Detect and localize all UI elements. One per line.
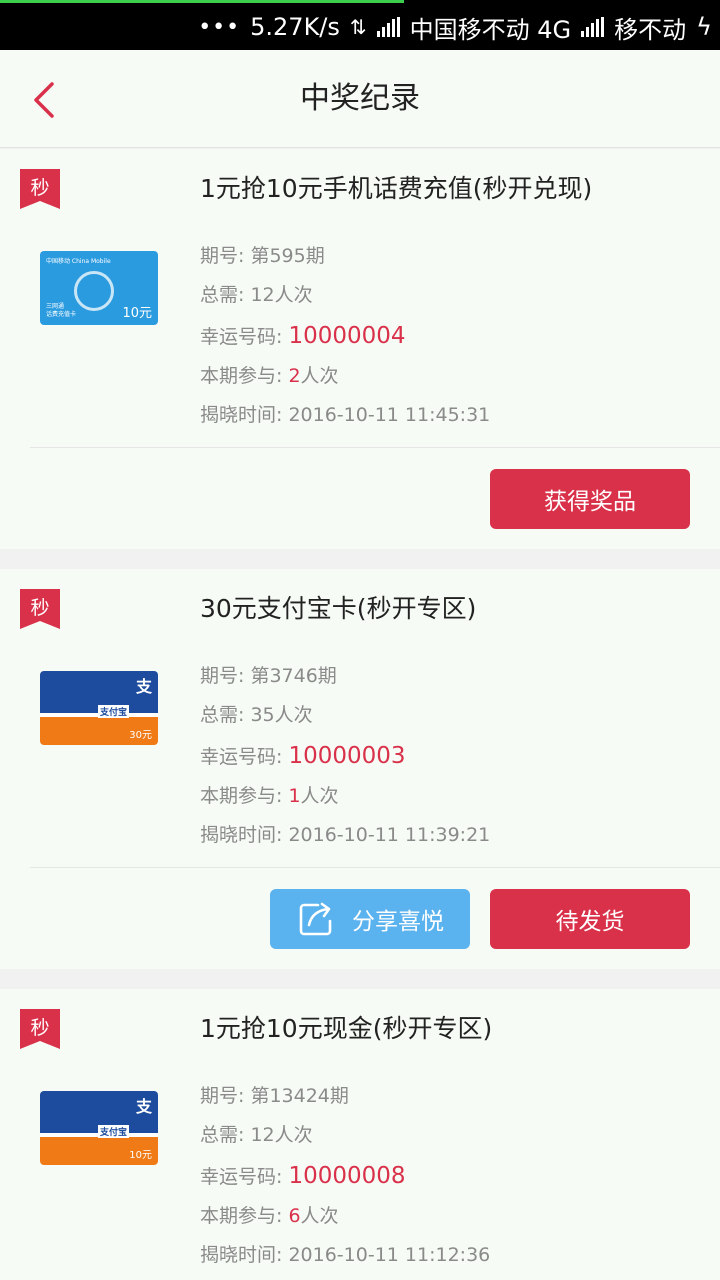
product-title[interactable]: 1元抢10元现金(秒开专区)	[200, 1009, 492, 1045]
share-icon	[299, 902, 332, 936]
charging-icon: ϟ	[696, 13, 712, 41]
product-image[interactable]: 支 支付宝 10元	[40, 1091, 158, 1165]
status-bar: ••• 5.27K/s ⇅ 中国移不动 4G 移不动 ϟ	[0, 0, 720, 50]
pending-shipment-button[interactable]: 待发货	[490, 889, 690, 949]
product-image[interactable]: 中国移动 China Mobile 三网通 话费充值卡 10元	[40, 251, 158, 325]
divider	[30, 447, 720, 448]
lucky-number-line: 幸运号码: 10000004	[200, 323, 406, 349]
network-speed: 5.27K/s	[250, 13, 340, 41]
claim-prize-button[interactable]: 获得奖品	[490, 469, 690, 529]
issue-line: 期号: 第13424期	[200, 1085, 349, 1107]
lucky-number: 10000004	[288, 323, 406, 349]
joined-count: 2	[288, 365, 301, 387]
flash-badge: 秒	[20, 169, 60, 209]
need-line: 总需: 35人次	[200, 704, 313, 726]
record-card[interactable]: 秒 30元支付宝卡(秒开专区) 支 支付宝 30元 期号: 第3746期 总需:…	[0, 569, 720, 969]
reveal-time-line: 揭晓时间: 2016-10-11 11:12:36	[200, 1244, 491, 1266]
page-title: 中奖纪录	[300, 81, 420, 116]
joined-count: 6	[288, 1205, 301, 1227]
alipay-logo-icon: 支	[135, 1097, 152, 1116]
product-title[interactable]: 1元抢10元手机话费充值(秒开兑现)	[200, 169, 592, 205]
carrier-secondary: 移不动	[614, 15, 687, 44]
flash-badge: 秒	[20, 589, 60, 629]
china-mobile-logo-icon	[74, 271, 114, 311]
divider	[30, 867, 720, 868]
issue-line: 期号: 第595期	[200, 245, 325, 267]
lucky-number: 10000008	[288, 1163, 406, 1189]
need-line: 总需: 12人次	[200, 1124, 313, 1146]
nav-header: 中奖纪录	[0, 50, 720, 148]
flash-badge: 秒	[20, 1009, 60, 1049]
carrier-primary: 中国移不动 4G	[409, 15, 572, 44]
notification-dots: •••	[198, 14, 241, 40]
record-info: 期号: 第595期 总需: 12人次 幸运号码: 10000004 本期参与: …	[200, 237, 700, 435]
share-button-label: 分享喜悦	[352, 909, 444, 935]
issue-line: 期号: 第3746期	[200, 665, 337, 687]
record-info: 期号: 第13424期 总需: 12人次 幸运号码: 10000008 本期参与…	[200, 1077, 700, 1275]
reveal-time-line: 揭晓时间: 2016-10-11 11:45:31	[200, 404, 491, 426]
record-card[interactable]: 秒 1元抢10元手机话费充值(秒开兑现) 中国移动 China Mobile 三…	[0, 149, 720, 549]
product-image[interactable]: 支 支付宝 30元	[40, 671, 158, 745]
lucky-number: 10000003	[288, 743, 406, 769]
lucky-number-line: 幸运号码: 10000003	[200, 743, 406, 769]
signal-icon	[376, 17, 400, 37]
joined-line: 本期参与: 2人次	[200, 365, 339, 387]
joined-line: 本期参与: 1人次	[200, 785, 339, 807]
joined-line: 本期参与: 6人次	[200, 1205, 339, 1227]
record-info: 期号: 第3746期 总需: 35人次 幸运号码: 10000003 本期参与:…	[200, 657, 700, 855]
alipay-logo-icon: 支	[135, 677, 152, 696]
signal-icon	[581, 17, 605, 37]
lucky-number-line: 幸运号码: 10000008	[200, 1163, 406, 1189]
need-line: 总需: 12人次	[200, 284, 313, 306]
product-title[interactable]: 30元支付宝卡(秒开专区)	[200, 589, 476, 625]
reveal-time-line: 揭晓时间: 2016-10-11 11:39:21	[200, 824, 491, 846]
joined-count: 1	[288, 785, 301, 807]
loading-progress	[0, 0, 404, 3]
record-card[interactable]: 秒 1元抢10元现金(秒开专区) 支 支付宝 10元 期号: 第13424期 总…	[0, 989, 720, 1280]
data-transfer-icon: ⇅	[349, 15, 367, 39]
share-button[interactable]: 分享喜悦	[270, 889, 470, 949]
record-list: 秒 1元抢10元手机话费充值(秒开兑现) 中国移动 China Mobile 三…	[0, 149, 720, 1280]
